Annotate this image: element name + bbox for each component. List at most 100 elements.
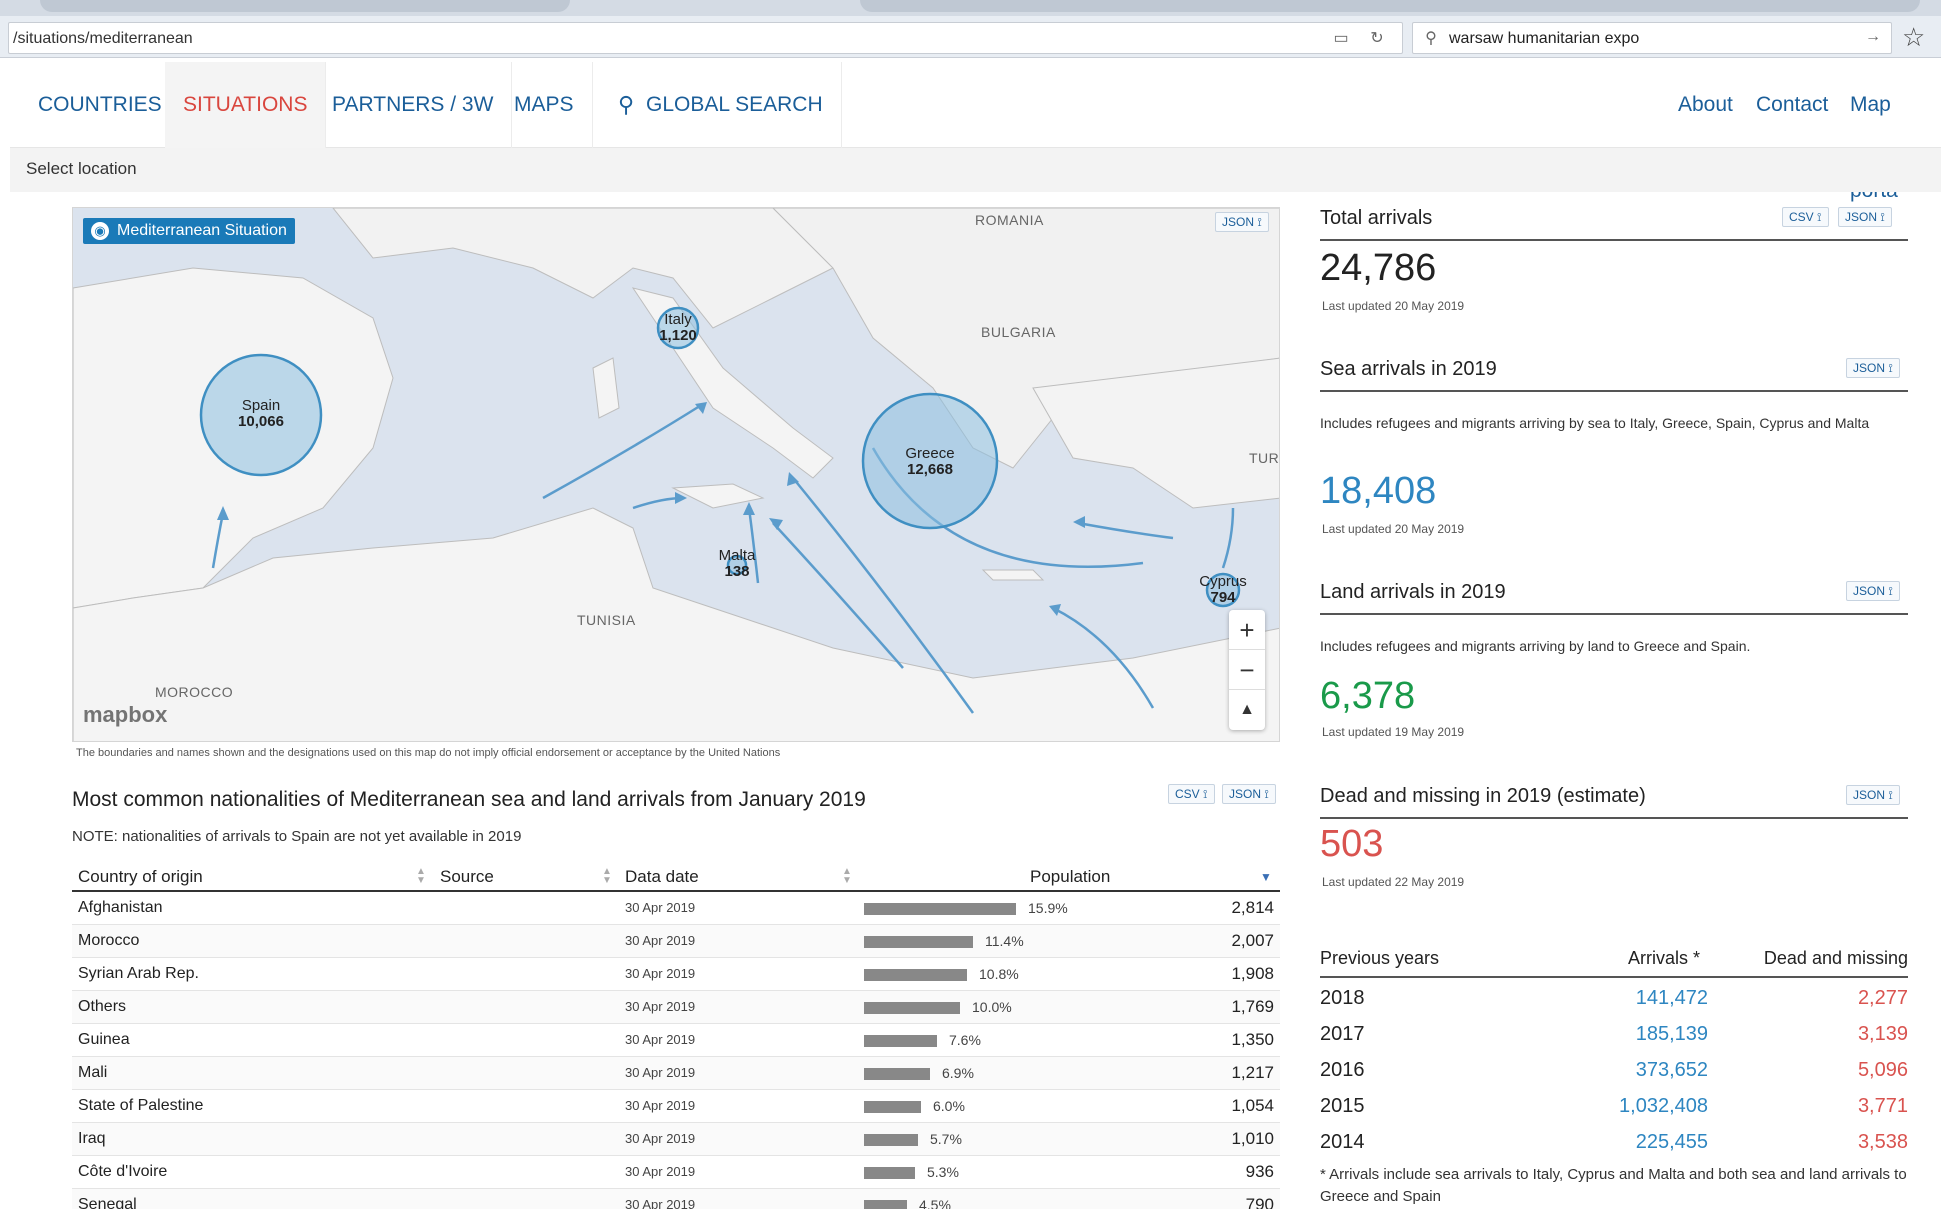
population-bar bbox=[864, 1167, 915, 1179]
select-location[interactable]: Select location bbox=[26, 159, 137, 179]
sort-desc-icon[interactable]: ▼ bbox=[1260, 870, 1272, 884]
nav-countries[interactable]: COUNTRIES bbox=[20, 62, 181, 148]
mapbox-logo[interactable]: mapbox bbox=[83, 702, 167, 728]
prev-dead: 5,096 bbox=[1857, 1059, 1908, 1081]
cell-country: Others bbox=[78, 998, 127, 1015]
main-nav: COUNTRIES SITUATIONS PARTNERS / 3W MAPS … bbox=[10, 62, 1941, 202]
search-value[interactable]: warsaw humanitarian expo bbox=[1449, 30, 1639, 48]
cell-country: Iraq bbox=[78, 1130, 106, 1147]
bubble-greece[interactable]: Greece 12,668 bbox=[890, 446, 970, 478]
nav-maps[interactable]: MAPS bbox=[496, 62, 593, 148]
population-bar bbox=[864, 1101, 921, 1113]
bubble-spain-name: Spain bbox=[241, 397, 281, 414]
reload-icon[interactable]: ↻ bbox=[1365, 28, 1389, 48]
col-population[interactable]: Population bbox=[1030, 867, 1110, 887]
nav-situations[interactable]: SITUATIONS bbox=[165, 62, 327, 148]
land-json-button[interactable]: JSON ⟟ bbox=[1846, 581, 1900, 601]
zoom-control: + − ▲ bbox=[1229, 610, 1265, 730]
table-row: Guinea 30 Apr 2019 7.6% 1,350 bbox=[72, 1024, 1280, 1057]
col-country[interactable]: Country of origin bbox=[78, 867, 203, 887]
nav-partners[interactable]: PARTNERS / 3W bbox=[314, 62, 513, 148]
cell-percent: 5.3% bbox=[927, 1164, 959, 1180]
divider bbox=[1320, 239, 1908, 241]
reader-icon[interactable]: ▭ bbox=[1329, 28, 1353, 48]
land-updated: Last updated 19 May 2019 bbox=[1322, 725, 1465, 739]
prev-arrivals: 1,032,408 bbox=[1619, 1095, 1708, 1117]
browser-tab[interactable] bbox=[860, 0, 1920, 12]
col-date[interactable]: Data date bbox=[625, 867, 699, 887]
browser-tab[interactable] bbox=[40, 0, 570, 12]
cell-date: 30 Apr 2019 bbox=[625, 1197, 696, 1209]
label-morocco: MOROCCO bbox=[155, 684, 234, 700]
compass-button[interactable]: ▲ bbox=[1229, 690, 1265, 730]
nationalities-json-button[interactable]: JSON ⟟ bbox=[1222, 784, 1276, 804]
prev-dead: 2,277 bbox=[1857, 987, 1908, 1009]
nationalities-title: Most common nationalities of Mediterrane… bbox=[72, 788, 866, 811]
cell-population: 1,908 bbox=[1231, 964, 1274, 983]
zoom-in-button[interactable]: + bbox=[1229, 610, 1265, 650]
prev-arrivals: 225,455 bbox=[1635, 1131, 1708, 1153]
sea-title: Sea arrivals in 2019 bbox=[1320, 358, 1497, 380]
table-row: Iraq 30 Apr 2019 5.7% 1,010 bbox=[72, 1123, 1280, 1156]
star-icon[interactable]: ☆ bbox=[1902, 22, 1925, 53]
prev-arrivals: 373,652 bbox=[1635, 1059, 1708, 1081]
nav-about[interactable]: About bbox=[1678, 62, 1733, 148]
cell-population: 1,054 bbox=[1231, 1096, 1274, 1115]
land-description: Includes refugees and migrants arriving … bbox=[1320, 638, 1751, 654]
sort-icon[interactable]: ▲ ▼ bbox=[842, 867, 852, 886]
population-bar bbox=[864, 936, 973, 948]
cell-date: 30 Apr 2019 bbox=[625, 1164, 696, 1179]
nav-contact[interactable]: Contact bbox=[1756, 62, 1828, 148]
col-source[interactable]: Source bbox=[440, 867, 494, 887]
sea-description: Includes refugees and migrants arriving … bbox=[1320, 415, 1870, 431]
divider bbox=[1320, 613, 1908, 615]
browser-search-input[interactable]: ⚲ warsaw humanitarian expo → bbox=[1412, 22, 1892, 54]
map-json-button[interactable]: JSON ⟟ bbox=[1215, 212, 1269, 232]
arrow-right-icon[interactable]: → bbox=[1861, 28, 1885, 48]
divider bbox=[1320, 817, 1908, 819]
zoom-out-button[interactable]: − bbox=[1229, 650, 1265, 690]
population-bar bbox=[864, 1068, 930, 1080]
bubble-malta-name: Malta bbox=[718, 547, 756, 564]
url-text[interactable]: /situations/mediterranean bbox=[13, 30, 193, 48]
dead-json-button[interactable]: JSON ⟟ bbox=[1846, 785, 1900, 805]
dead-title: Dead and missing in 2019 (estimate) bbox=[1320, 785, 1646, 807]
bubble-italy[interactable]: Italy 1,120 bbox=[648, 312, 708, 344]
sea-json-button[interactable]: JSON ⟟ bbox=[1846, 358, 1900, 378]
bubble-cyprus[interactable]: Cyprus 794 bbox=[1191, 574, 1255, 606]
cell-percent: 6.9% bbox=[942, 1065, 974, 1081]
cell-country: Côte d'Ivoire bbox=[78, 1163, 168, 1180]
json-label: JSON bbox=[1222, 215, 1255, 229]
total-csv-button[interactable]: CSV ⟟ bbox=[1782, 207, 1829, 227]
nav-global-search-label: GLOBAL SEARCH bbox=[646, 93, 823, 116]
table-row: Côte d'Ivoire 30 Apr 2019 5.3% 936 bbox=[72, 1156, 1280, 1189]
bubble-malta[interactable]: Malta 138 bbox=[707, 548, 767, 580]
cell-country: Mali bbox=[78, 1064, 108, 1081]
population-bar bbox=[864, 969, 967, 981]
rss-icon: ⟟ bbox=[1888, 361, 1893, 375]
nationalities-note: NOTE: nationalities of arrivals to Spain… bbox=[72, 828, 522, 845]
dead-value: 503 bbox=[1320, 823, 1384, 865]
nationalities-csv-button[interactable]: CSV ⟟ bbox=[1168, 784, 1215, 804]
population-bar bbox=[864, 1200, 907, 1209]
situation-map[interactable]: ◉ Mediterranean Situation JSON ⟟ ROMANIA… bbox=[72, 207, 1280, 742]
label-tunisia: TUNISIA bbox=[577, 612, 636, 628]
sort-icon[interactable]: ▲ ▼ bbox=[416, 867, 426, 886]
prev-arrivals: 185,139 bbox=[1635, 1023, 1708, 1045]
nav-map-portal[interactable]: Map porta bbox=[1850, 62, 1941, 202]
address-bar[interactable]: /situations/mediterranean ▭ ↻ bbox=[8, 22, 1403, 54]
total-json-button[interactable]: JSON ⟟ bbox=[1838, 207, 1892, 227]
bubble-italy-value: 1,120 bbox=[659, 327, 697, 344]
cell-date: 30 Apr 2019 bbox=[625, 933, 696, 948]
sort-icon[interactable]: ▲ ▼ bbox=[602, 867, 612, 886]
bubble-cyprus-value: 794 bbox=[1210, 589, 1236, 606]
json-label: JSON bbox=[1853, 361, 1886, 375]
prev-year: 2018 bbox=[1320, 987, 1365, 1009]
map-canvas bbox=[73, 208, 1279, 741]
globe-icon: ◉ bbox=[91, 222, 109, 240]
nav-global-search[interactable]: ⚲ GLOBAL SEARCH bbox=[596, 62, 842, 148]
label-bulgaria: BULGARIA bbox=[981, 324, 1056, 340]
land-title: Land arrivals in 2019 bbox=[1320, 581, 1506, 603]
json-label: JSON bbox=[1853, 584, 1886, 598]
bubble-spain[interactable]: Spain 10,066 bbox=[221, 398, 301, 430]
